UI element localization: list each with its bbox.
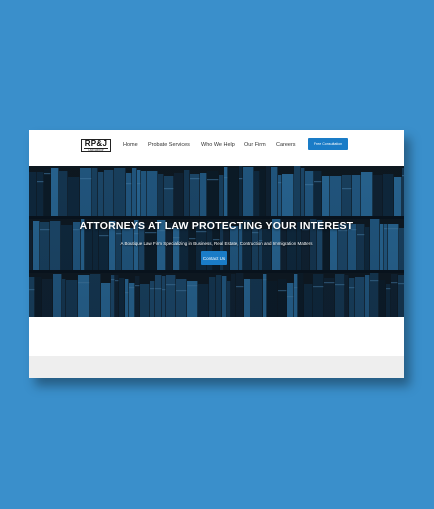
nav-item-who-we-help[interactable]: Who We Help: [201, 142, 235, 148]
nav-item-careers[interactable]: Careers: [276, 142, 296, 148]
hero-subtitle: A Boutique Law Firm Specializing in Busi…: [120, 241, 313, 246]
nav-item-probate-services[interactable]: Probate Services: [148, 142, 190, 148]
website-mockup: RP&J LAW GROUP Home Probate Services Who…: [29, 130, 404, 378]
logo-subtext: LAW GROUP: [84, 148, 108, 152]
hero-title: ATTORNEYS AT LAW PROTECTING YOUR INTERES…: [79, 220, 354, 232]
navbar: RP&J LAW GROUP Home Probate Services Who…: [29, 130, 404, 166]
logo-text: RP&J: [84, 139, 108, 148]
content-section: [29, 317, 404, 356]
contact-us-button[interactable]: Contact Us: [201, 251, 227, 265]
hero-section: ATTORNEYS AT LAW PROTECTING YOUR INTERES…: [29, 166, 404, 317]
logo[interactable]: RP&J LAW GROUP: [81, 139, 111, 152]
nav-item-home[interactable]: Home: [123, 142, 138, 148]
footer-strip: [29, 356, 404, 378]
nav-item-our-firm[interactable]: Our Firm: [244, 142, 266, 148]
free-consultation-button[interactable]: Free Consultation: [308, 138, 348, 150]
